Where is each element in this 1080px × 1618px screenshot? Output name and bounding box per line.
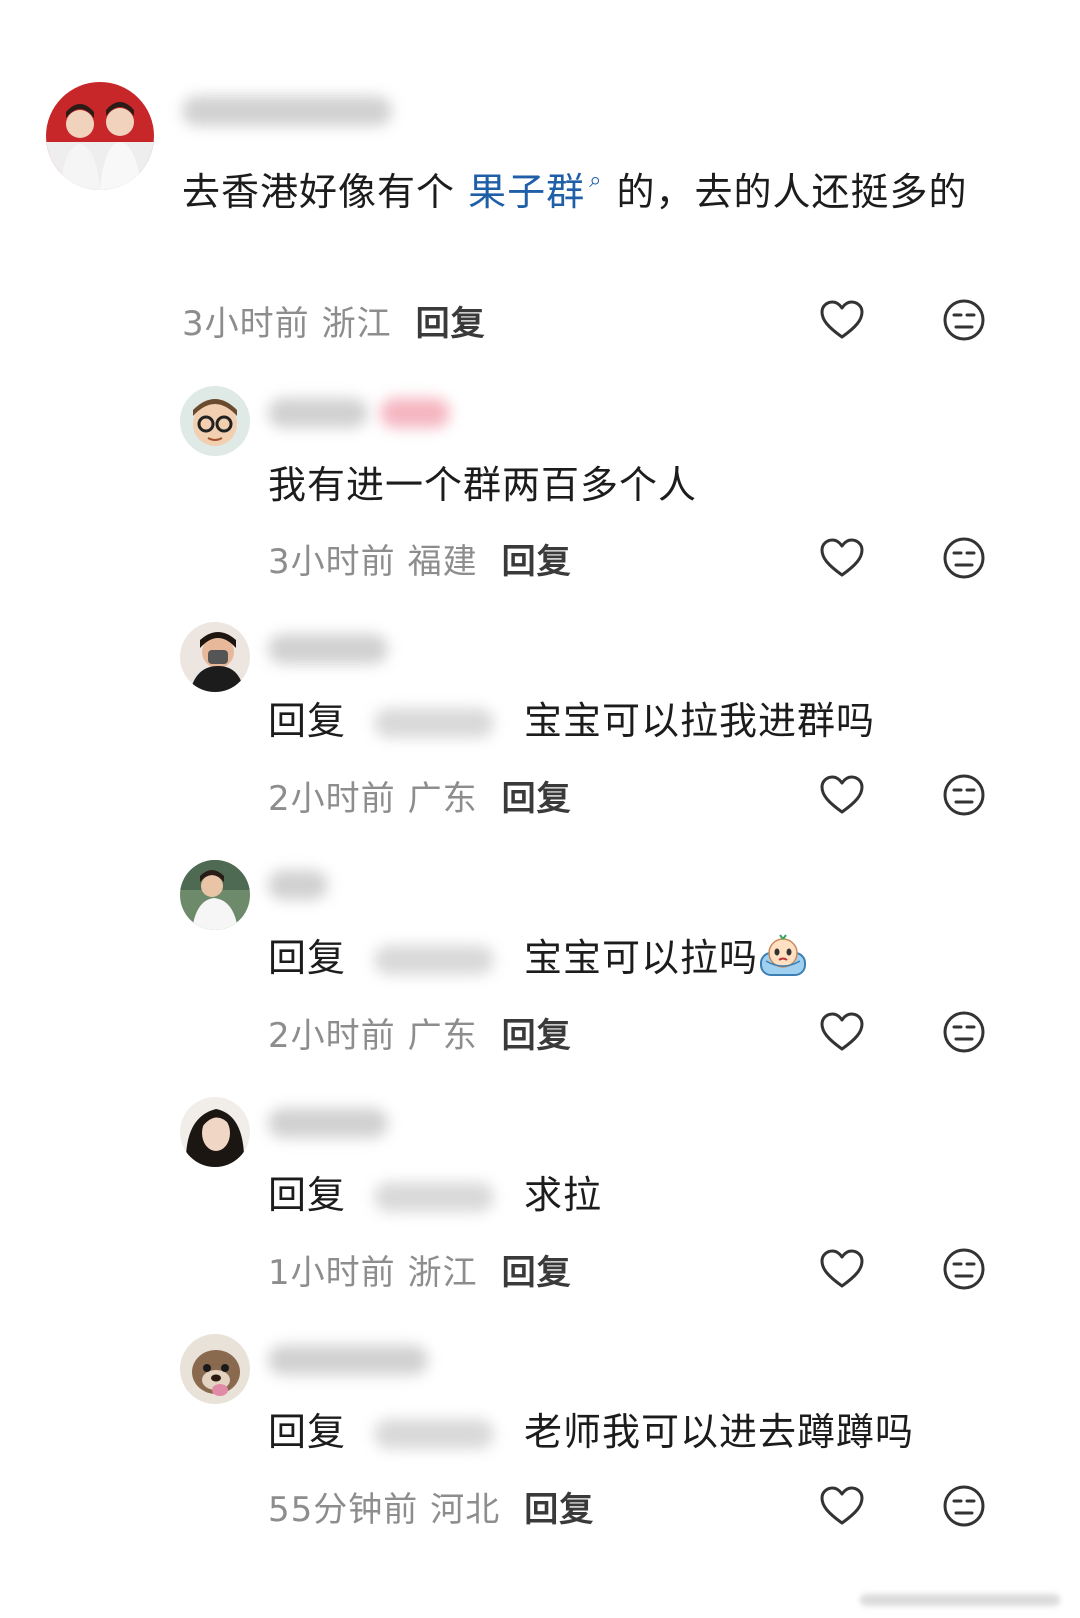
meh-face-icon[interactable] xyxy=(940,296,988,344)
comment-time: 3小时前 xyxy=(182,304,310,344)
meh-face-icon[interactable] xyxy=(940,1245,988,1293)
reply-button[interactable]: 回复 xyxy=(502,1253,572,1293)
comment-text-after: 的，去的人还挺多的 xyxy=(616,170,968,214)
search-icon[interactable]: ⌕ xyxy=(589,168,602,193)
reply-button[interactable]: 回复 xyxy=(502,1016,572,1056)
meh-face-icon[interactable] xyxy=(940,771,988,819)
meh-face-icon[interactable] xyxy=(940,534,988,582)
comment-text-before: 去香港好像有个 xyxy=(182,170,469,214)
comment-meta: 1小时前 浙江 回复 xyxy=(268,1245,572,1294)
username-blurred[interactable] xyxy=(268,1345,428,1375)
username-blurred[interactable] xyxy=(268,1108,388,1138)
reply-prefix: 回复 xyxy=(268,1410,347,1454)
avatar-image xyxy=(180,386,250,456)
mentioned-user-blurred[interactable] xyxy=(374,1182,495,1212)
avatar-image xyxy=(180,622,250,692)
username-blurred[interactable] xyxy=(268,634,388,664)
reply-button[interactable]: 回复 xyxy=(524,1490,594,1530)
reply-button[interactable]: 回复 xyxy=(502,779,572,819)
heart-icon[interactable] xyxy=(818,1008,866,1056)
avatar[interactable] xyxy=(180,1334,250,1404)
meh-face-icon[interactable] xyxy=(940,1008,988,1056)
meh-face-icon[interactable] xyxy=(940,1482,988,1530)
heart-icon[interactable] xyxy=(818,771,866,819)
avatar[interactable] xyxy=(180,1097,250,1167)
comment-meta: 55分钟前 河北 回复 xyxy=(268,1482,594,1531)
reply-button[interactable]: 回复 xyxy=(416,304,486,344)
comment-text-line: 回复 宝宝可以拉我进群吗 xyxy=(268,688,875,754)
comment-meta: 3小时前 浙江 回复 xyxy=(182,296,486,345)
comment-time: 2小时前 xyxy=(268,779,396,819)
comment-location: 福建 xyxy=(407,542,478,582)
reply-prefix: 回复 xyxy=(268,1173,347,1217)
watermark xyxy=(860,1594,1060,1606)
avatar-image xyxy=(180,1334,250,1404)
username-blurred[interactable] xyxy=(182,96,392,126)
reply-button[interactable]: 回复 xyxy=(502,542,572,582)
comment-text: 宝宝可以拉我进群吗 xyxy=(524,699,876,743)
comment-location: 河北 xyxy=(430,1490,501,1530)
comment-meta: 2小时前 广东 回复 xyxy=(268,1008,572,1057)
comment-text-line: 回复 宝宝可以拉吗 xyxy=(268,925,808,991)
comment-text: 求拉 xyxy=(524,1173,603,1217)
comment-location: 浙江 xyxy=(321,304,392,344)
comment-location: 广东 xyxy=(407,1016,478,1056)
heart-icon[interactable] xyxy=(818,534,866,582)
mentioned-user-blurred[interactable] xyxy=(374,708,495,738)
search-link[interactable]: 果子群 xyxy=(468,170,585,214)
comment-meta: 2小时前 广东 回复 xyxy=(268,771,572,820)
mentioned-user-blurred[interactable] xyxy=(374,1419,495,1449)
user-badge-blurred xyxy=(380,398,450,428)
comment-location: 广东 xyxy=(407,779,478,819)
avatar-image xyxy=(180,860,250,930)
comment-time: 2小时前 xyxy=(268,1016,396,1056)
avatar[interactable] xyxy=(180,386,250,456)
avatar[interactable] xyxy=(180,860,250,930)
comment-text: 老师我可以进去蹲蹲吗 xyxy=(524,1410,915,1454)
comment-meta: 3小时前 福建 回复 xyxy=(268,534,572,583)
heart-icon[interactable] xyxy=(818,1482,866,1530)
heart-icon[interactable] xyxy=(818,1245,866,1293)
mentioned-user-blurred[interactable] xyxy=(374,945,495,975)
comment-text-line: 回复 老师我可以进去蹲蹲吗 xyxy=(268,1399,914,1465)
comment-text: 去香港好像有个 果子群 ⌕ 的，去的人还挺多的 xyxy=(182,148,1002,225)
comment-time: 55分钟前 xyxy=(268,1490,419,1530)
heart-icon[interactable] xyxy=(818,296,866,344)
crying-emoji-icon xyxy=(760,934,807,976)
comment-text: 宝宝可以拉吗 xyxy=(524,936,759,980)
avatar[interactable] xyxy=(180,622,250,692)
avatar[interactable] xyxy=(46,82,154,190)
comment-time: 3小时前 xyxy=(268,542,396,582)
comment-time: 1小时前 xyxy=(268,1253,396,1293)
comment-text-line: 回复 求拉 xyxy=(268,1162,602,1228)
comment-text: 我有进一个群两百多个人 xyxy=(268,463,698,507)
reply-prefix: 回复 xyxy=(268,699,347,743)
username-blurred[interactable] xyxy=(268,398,368,428)
avatar-image xyxy=(180,1097,250,1167)
comment-location: 浙江 xyxy=(407,1253,478,1293)
reply-prefix: 回复 xyxy=(268,936,347,980)
avatar-image xyxy=(46,82,154,190)
username-blurred[interactable] xyxy=(268,870,328,900)
